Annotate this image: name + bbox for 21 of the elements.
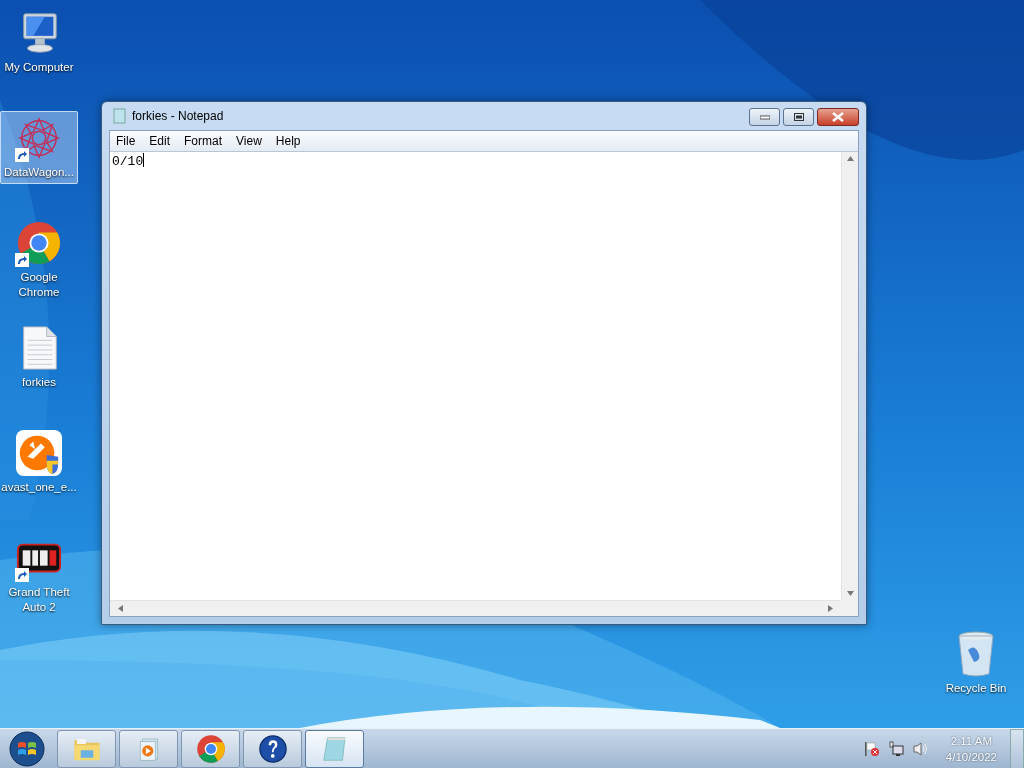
icon-label: My Computer <box>3 60 75 75</box>
desktop-icon[interactable]: forkies <box>0 321 78 394</box>
text-area[interactable]: 0/10 <box>110 152 841 600</box>
menu-item[interactable]: View <box>230 134 268 148</box>
menu-item[interactable]: Edit <box>143 134 177 148</box>
icon-label: Recycle Bin <box>944 681 1008 696</box>
clock-date: 4/10/2022 <box>945 749 997 765</box>
icon-label: Google Chrome <box>17 270 61 300</box>
menu-item[interactable]: Format <box>178 134 229 148</box>
icon-label: avast_one_e... <box>0 480 78 495</box>
document-text: 0/10 <box>112 154 144 169</box>
desktop-icon[interactable]: avast_one_e... <box>0 426 78 499</box>
desktop-icon[interactable]: My Computer <box>0 6 78 79</box>
menu-item[interactable]: Help <box>269 134 307 148</box>
icon-label: forkies <box>21 375 57 390</box>
window-title: forkies - Notepad <box>132 109 224 123</box>
clock-time: 2:11 AM <box>950 733 993 749</box>
icon-label: DataWagon... <box>3 165 75 180</box>
icon-label: Grand Theft Auto 2 <box>7 585 71 615</box>
desktop-icon[interactable]: Google Chrome <box>0 216 78 304</box>
menu-item[interactable]: File <box>110 134 142 148</box>
